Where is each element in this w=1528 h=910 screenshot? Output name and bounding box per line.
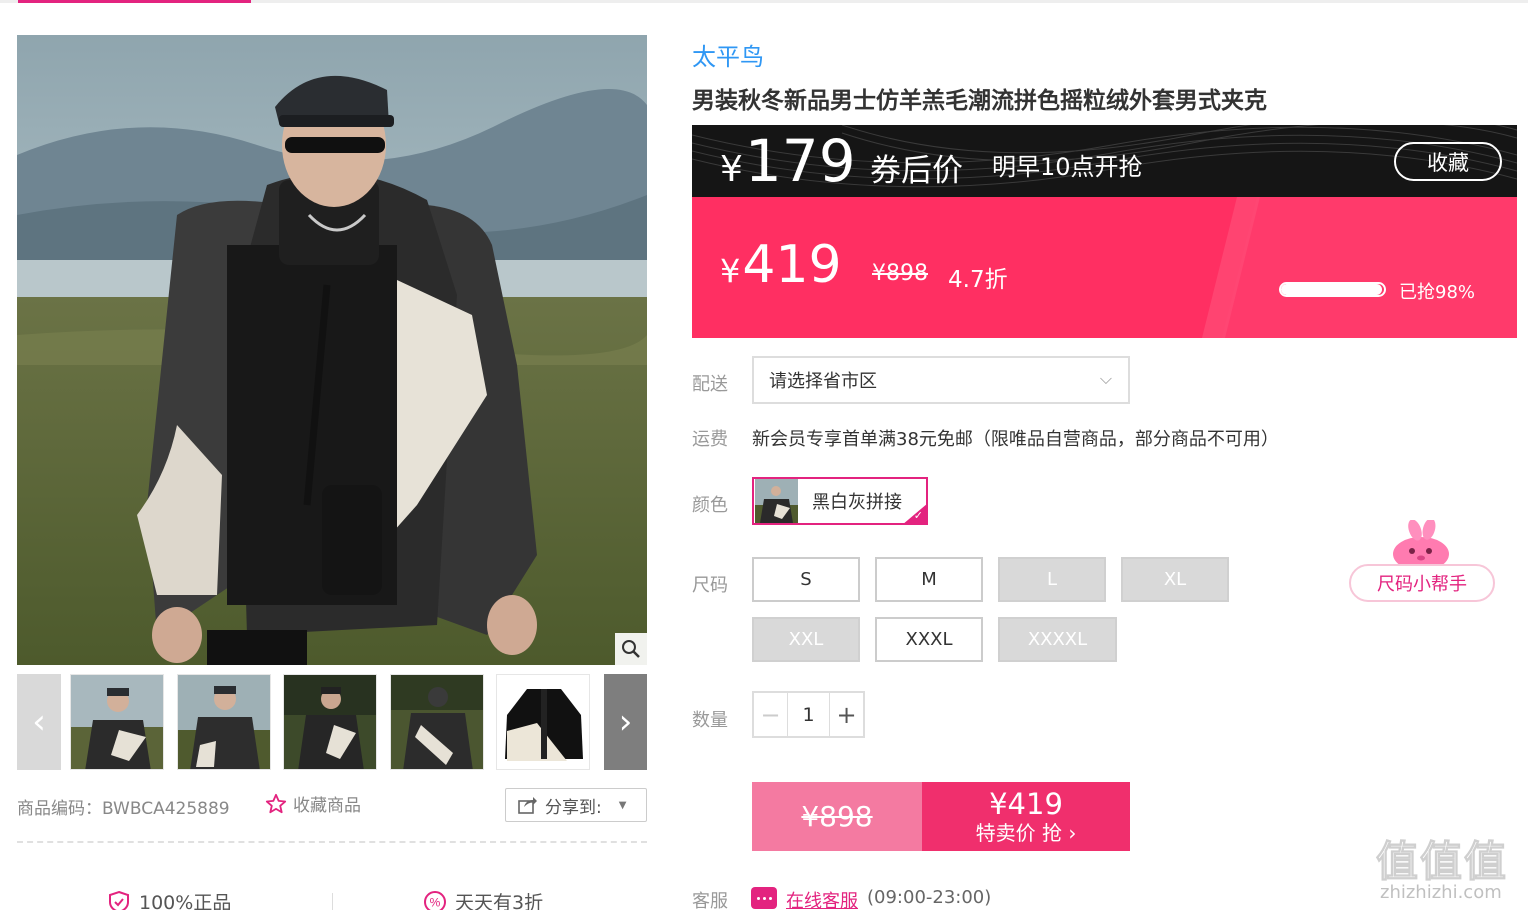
quantity-label: 数量 — [692, 710, 728, 731]
coupon-currency: ¥ — [720, 149, 743, 190]
shipping-info: 新会员专享首单满38元免邮（限唯品自营商品，部分商品不可用） — [752, 429, 1279, 450]
checkmark-icon: ✓ — [913, 509, 923, 522]
product-code-value: BWBCA425889 — [102, 799, 230, 819]
discount-badge-icon: % — [424, 890, 446, 910]
coupon-price-value: 179 — [744, 127, 856, 195]
active-tab-indicator — [18, 0, 251, 3]
quantity-value[interactable]: 1 — [788, 693, 829, 736]
svg-text:%: % — [430, 895, 441, 909]
favorite-product-label: 收藏商品 — [293, 796, 361, 816]
shield-check-icon — [109, 890, 129, 910]
sale-price: ¥ 419 — [720, 235, 842, 295]
size-option-s[interactable]: S — [752, 557, 860, 602]
discount-rate: 4.7折 — [948, 267, 1008, 293]
coupon-price: ¥ 179 — [720, 129, 856, 193]
size-option-xl: XL — [1121, 557, 1229, 602]
shipping-label: 运费 — [692, 429, 728, 450]
size-option-l: L — [998, 557, 1106, 602]
sale-price-value: 419 — [742, 235, 842, 295]
service-label: 客服 — [692, 891, 728, 910]
buy-action-label: 特卖价 抢 › — [975, 820, 1077, 845]
star-icon — [265, 793, 287, 813]
share-icon — [518, 797, 537, 814]
assurance-authentic-text: 100%正品 — [139, 892, 232, 910]
thumbnail-image — [497, 675, 589, 769]
collect-button[interactable]: 收藏 — [1394, 142, 1502, 181]
thumbnail-2[interactable] — [177, 674, 271, 770]
quantity-increase-button[interactable]: + — [829, 693, 863, 736]
delivery-label: 配送 — [692, 374, 728, 395]
assurance-authentic: 100%正品 — [107, 888, 231, 910]
thumbnail-image — [178, 675, 270, 769]
sold-progress-bar — [1279, 282, 1386, 297]
original-price: ¥898 — [872, 261, 928, 286]
region-select-placeholder: 请选择省市区 — [769, 371, 877, 392]
product-code: 商品编码：BWBCA425889 — [17, 794, 230, 819]
dashed-divider — [17, 841, 647, 843]
assurance-divider — [332, 893, 333, 910]
thumbnail-image — [284, 675, 376, 769]
thumbnail-5[interactable] — [496, 674, 590, 770]
sold-percent-text: 已抢98% — [1399, 282, 1476, 303]
thumbnail-prev-button[interactable]: ‹ — [17, 674, 61, 770]
product-code-label: 商品编码： — [17, 799, 102, 819]
color-swatch-image — [755, 479, 798, 523]
size-option-xxxxl: XXXXL — [998, 617, 1117, 662]
product-photo — [17, 35, 647, 665]
share-dropdown[interactable]: 分享到: ▼ — [505, 788, 647, 822]
size-option-xxxl[interactable]: XXXL — [875, 617, 983, 662]
sold-progress-fill — [1281, 284, 1382, 295]
bunny-mascot-icon — [1393, 520, 1449, 570]
size-option-xxl: XXL — [752, 617, 860, 662]
magnifier-icon — [622, 640, 640, 658]
assurance-discount: % 天天有3折 — [423, 888, 543, 910]
coupon-label: 券后价 — [870, 153, 963, 189]
zoom-button[interactable] — [615, 633, 647, 665]
buy-action: ¥419 特卖价 抢 › — [922, 782, 1130, 851]
thumbnail-4[interactable] — [390, 674, 484, 770]
favorite-product-button[interactable]: 收藏商品 — [265, 791, 361, 816]
size-helper-label: 尺码小帮手 — [1349, 564, 1495, 602]
coupon-banner: ¥ 179 券后价 明早10点开抢 收藏 — [692, 125, 1517, 197]
thumbnail-1[interactable] — [70, 674, 164, 770]
thumbnail-next-button[interactable]: › — [604, 674, 647, 770]
chat-bubble-icon — [751, 887, 777, 909]
quantity-decrease-button[interactable]: − — [754, 693, 788, 736]
quantity-stepper: − 1 + — [752, 691, 865, 738]
size-label: 尺码 — [692, 575, 728, 596]
sale-currency: ¥ — [720, 252, 741, 290]
thumbnail-image — [71, 675, 163, 769]
chevron-left-icon: ‹ — [32, 702, 46, 742]
sale-start-time: 明早10点开抢 — [992, 153, 1143, 181]
color-label: 颜色 — [692, 495, 728, 516]
buy-price: ¥419 — [989, 787, 1063, 822]
watermark-domain: zhizhizhi.com — [1380, 882, 1502, 903]
chevron-right-icon: › — [618, 702, 633, 742]
size-helper-button[interactable]: 尺码小帮手 — [1349, 520, 1495, 604]
thumbnail-3[interactable] — [283, 674, 377, 770]
chevron-down-icon: ⌵ — [1099, 369, 1112, 388]
color-option-label: 黑白灰拼接 — [812, 492, 902, 513]
service-hours: (09:00-23:00) — [867, 887, 992, 908]
main-product-image[interactable] — [17, 35, 647, 665]
size-option-m[interactable]: M — [875, 557, 983, 602]
color-option-selected[interactable]: 黑白灰拼接 ✓ — [752, 477, 928, 525]
brand-link[interactable]: 太平鸟 — [692, 37, 764, 72]
site-watermark: 值值值 zhizhizhi.com — [1375, 828, 1526, 908]
color-swatch-photo — [755, 479, 798, 523]
online-service-link[interactable]: 在线客服 — [786, 887, 858, 910]
buy-now-button[interactable]: ¥898 ¥419 特卖价 抢 › — [752, 782, 1130, 851]
product-title: 男装秋冬新品男士仿羊羔毛潮流拼色摇粒绒外套男式夹克 — [692, 88, 1267, 114]
buy-original-price: ¥898 — [752, 782, 922, 851]
region-select[interactable]: 请选择省市区 ⌵ — [752, 356, 1130, 404]
share-label: 分享到: — [545, 797, 602, 818]
assurance-discount-text: 天天有3折 — [455, 892, 544, 910]
product-meta-row: 商品编码：BWBCA425889 收藏商品 分享到: ▼ — [17, 786, 647, 822]
watermark-text: 值值值 — [1375, 837, 1509, 887]
caret-down-icon: ▼ — [618, 799, 627, 811]
thumbnail-image — [391, 675, 483, 769]
sale-price-banner: ¥ 419 ¥898 4.7折 已抢98% — [692, 197, 1517, 338]
thumbnail-strip: ‹ › — [17, 674, 647, 771]
